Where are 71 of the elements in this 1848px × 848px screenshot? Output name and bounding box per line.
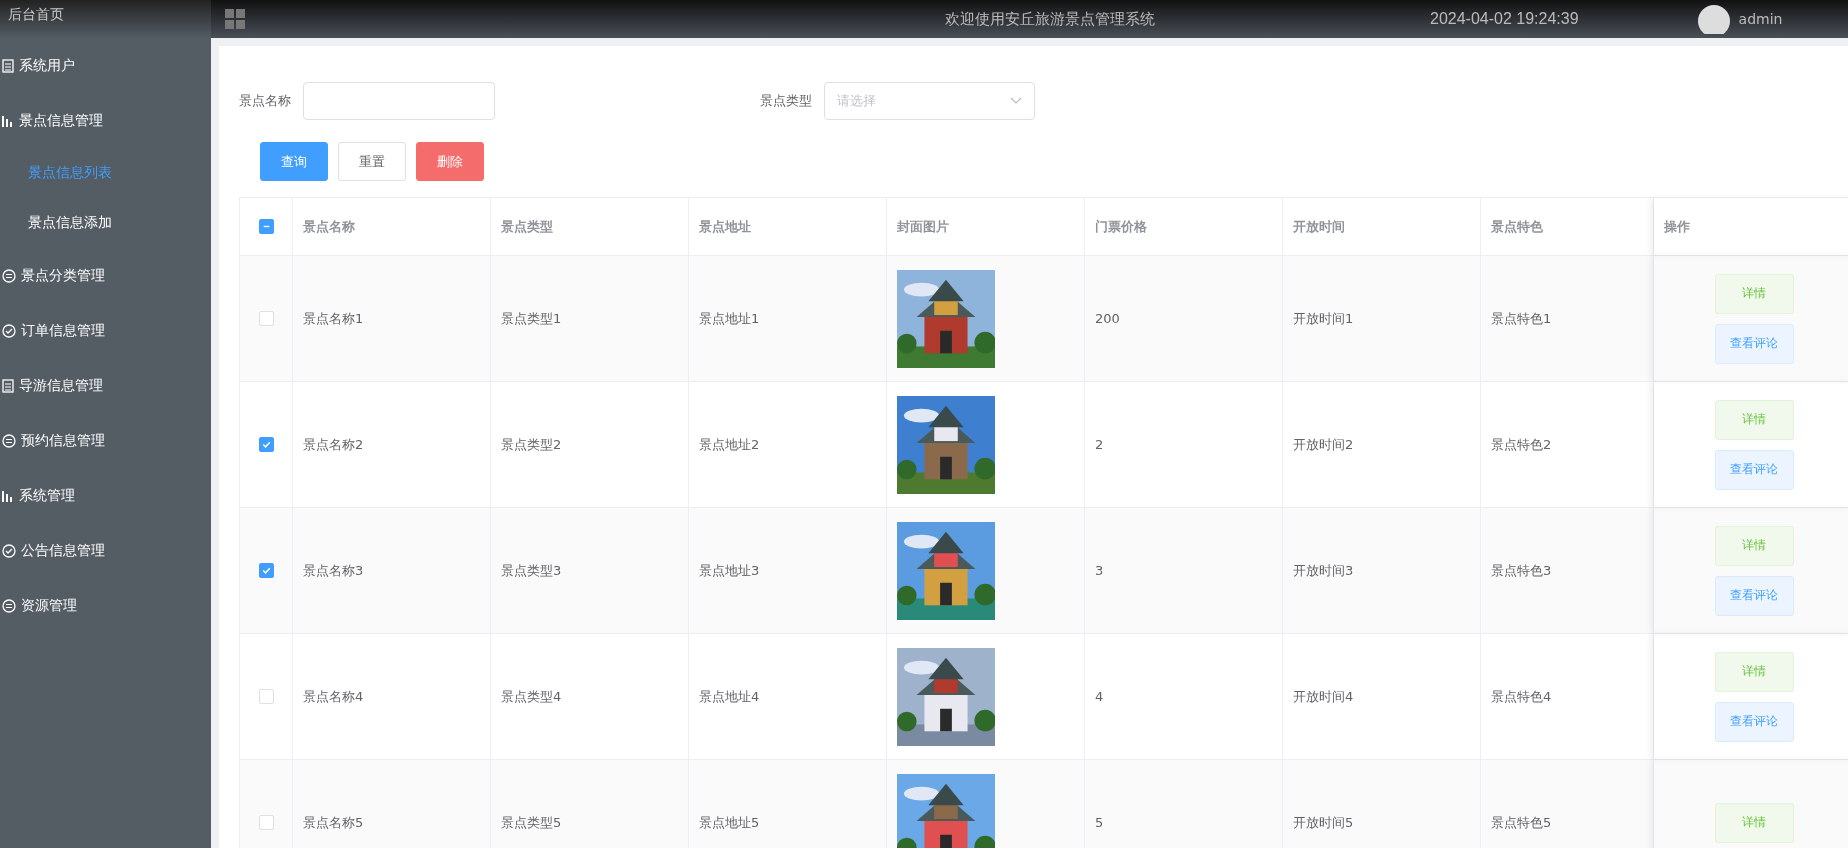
column-header: 景点特色 <box>1481 198 1654 255</box>
table-cell: 景点类型2 <box>501 435 562 454</box>
column-header: 门票价格 <box>1085 198 1283 255</box>
table-cell: 景点特色3 <box>1491 561 1552 580</box>
table-cell: 景点地址4 <box>699 687 760 706</box>
column-header: 景点类型 <box>491 198 689 255</box>
table-cell: 开放时间3 <box>1293 561 1354 580</box>
table-cell: 景点类型5 <box>501 813 562 832</box>
table-cell: 景点特色2 <box>1491 435 1552 454</box>
table-cell: 开放时间1 <box>1293 309 1354 328</box>
table-cell: 景点类型1 <box>501 309 562 328</box>
table-cell: 2 <box>1095 437 1104 452</box>
column-header: 景点地址 <box>689 198 887 255</box>
grid-icon[interactable] <box>225 9 245 29</box>
filter-label: 景点类型 <box>760 92 812 110</box>
menu-item[interactable]: 景点分类管理 <box>0 248 211 303</box>
name-input[interactable] <box>303 82 495 120</box>
table-cell: 景点类型3 <box>501 561 562 580</box>
submenu-item[interactable]: 景点信息添加 <box>0 198 211 248</box>
table-cell: 景点地址2 <box>699 435 760 454</box>
menu-item[interactable]: 资源管理 <box>0 578 211 633</box>
column-header: 景点名称 <box>293 198 491 255</box>
table-cell: 景点地址1 <box>699 309 760 328</box>
circle-lines-icon <box>2 598 16 613</box>
row-checkbox[interactable] <box>258 437 274 452</box>
table-cell: 景点名称2 <box>303 435 364 454</box>
check-circle-icon <box>2 543 16 558</box>
datetime: 2024-04-02 19:24:39 <box>1430 10 1579 28</box>
column-header: 封面图片 <box>887 198 1085 255</box>
table-cell: 开放时间5 <box>1293 813 1354 832</box>
bar-chart-icon <box>2 113 14 128</box>
menu-item[interactable]: 景点信息管理 <box>0 93 211 148</box>
table-cell: 景点名称4 <box>303 687 364 706</box>
table-cell: 5 <box>1095 815 1104 830</box>
circle-lines-icon <box>2 268 16 283</box>
table-cell: 景点类型4 <box>501 687 562 706</box>
table-cell: 开放时间2 <box>1293 435 1354 454</box>
menu-item[interactable]: 导游信息管理 <box>0 358 211 413</box>
table-cell: 4 <box>1095 689 1104 704</box>
select-all-checkbox[interactable] <box>258 219 274 234</box>
filter-label: 景点名称 <box>239 92 291 110</box>
table-cell: 3 <box>1095 563 1104 578</box>
avatar-icon[interactable] <box>1696 4 1731 34</box>
column-header: 开放时间 <box>1283 198 1481 255</box>
table-cell: 景点名称1 <box>303 309 364 328</box>
menu-item[interactable]: 系统管理 <box>0 468 211 523</box>
circle-lines-icon <box>2 433 16 448</box>
table-cell: 200 <box>1095 311 1120 326</box>
list-icon <box>2 378 14 393</box>
chevron-icon <box>1010 97 1022 105</box>
table-cell: 景点特色1 <box>1491 309 1552 328</box>
table-cell: 开放时间4 <box>1293 687 1354 706</box>
username[interactable]: admin <box>1738 11 1783 27</box>
reset-button[interactable]: 重置 <box>338 142 406 181</box>
list-icon <box>2 58 14 73</box>
menu-item[interactable]: 订单信息管理 <box>0 303 211 358</box>
row-checkbox[interactable] <box>258 563 274 578</box>
system-title: 欢迎使用安丘旅游景点管理系统 <box>945 9 1155 29</box>
bar-chart-icon <box>2 488 14 503</box>
table-cell: 景点地址3 <box>699 561 760 580</box>
menu-item[interactable]: 公告信息管理 <box>0 523 211 578</box>
table-cell: 景点特色5 <box>1491 813 1552 832</box>
home-link[interactable]: 后台首页 <box>0 0 211 38</box>
table-cell: 景点地址5 <box>699 813 760 832</box>
table-cell: 景点名称5 <box>303 813 364 832</box>
menu-item[interactable]: 预约信息管理 <box>0 413 211 468</box>
menu-item[interactable]: 系统用户 <box>0 38 211 93</box>
column-header: 操作 <box>1654 198 1848 255</box>
table-cell: 景点名称3 <box>303 561 364 580</box>
check-circle-icon <box>2 323 16 338</box>
table-cell: 景点特色4 <box>1491 687 1552 706</box>
